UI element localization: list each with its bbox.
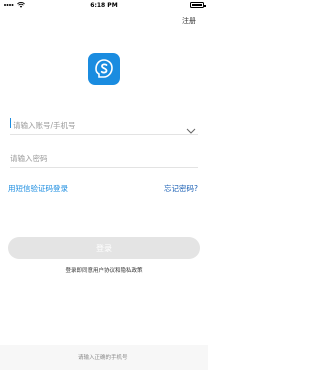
chevron-down-icon[interactable]: [186, 119, 196, 138]
login-button[interactable]: 登录: [8, 237, 200, 259]
password-field[interactable]: 请输入密码: [10, 147, 198, 168]
register-link[interactable]: 注册: [182, 16, 196, 26]
password-placeholder: 请输入密码: [10, 154, 48, 163]
battery-icon: [190, 2, 206, 8]
account-field[interactable]: 请输入账号/手机号: [10, 114, 198, 135]
agreement-text[interactable]: 登录即同意用户协议和隐私政策: [0, 266, 208, 274]
account-placeholder: 请输入账号/手机号: [13, 121, 76, 130]
text-caret: [10, 118, 11, 128]
forgot-password-link[interactable]: 忘记密码?: [164, 183, 198, 194]
app-logo-icon: [88, 53, 120, 85]
sms-login-link[interactable]: 用短信验证码登录: [8, 183, 68, 194]
status-right: [190, 2, 206, 8]
footer-hint: 请输入正确的手机号: [78, 355, 128, 361]
status-time: 6:18 PM: [90, 2, 118, 9]
status-bar: 6:18 PM: [0, 0, 208, 12]
